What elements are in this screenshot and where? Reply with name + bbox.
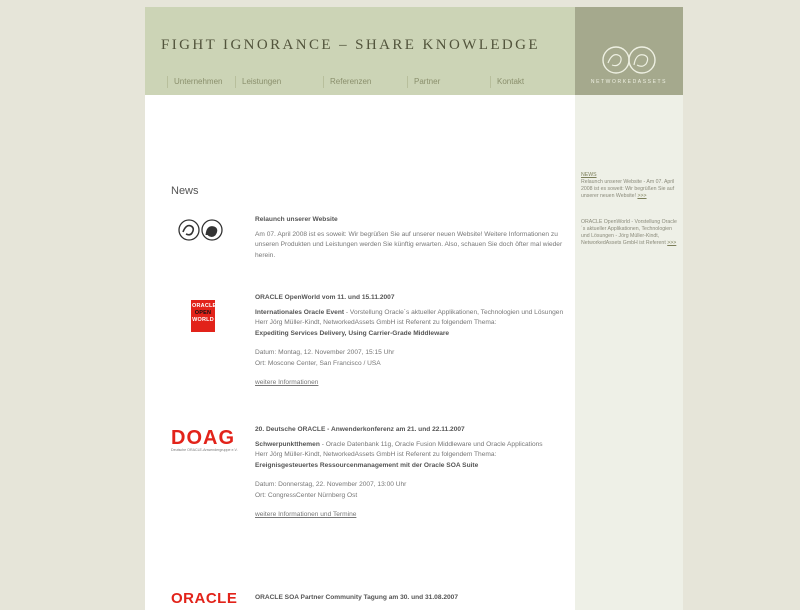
- news-item-speaker: Herr Jörg Müller-Kindt, NetworkedAssets …: [255, 319, 497, 326]
- nav-item-unternehmen[interactable]: Unternehmen: [167, 76, 222, 88]
- news-item-lead-bold: Internationales Oracle Event: [255, 308, 345, 316]
- news-item-topic: Ereignisgesteuertes Ressourcenmanagement…: [255, 461, 479, 469]
- page-container: FIGHT IGNORANCE – SHARE KNOWLEDGE Untern…: [145, 7, 683, 610]
- company-logo[interactable]: NETWORKEDASSETS: [575, 7, 683, 95]
- openworld-logo-line3: WORLD: [192, 317, 214, 323]
- sidebar-event-text: ORACLE OpenWorld - Vorstellung Oracle´s …: [581, 219, 677, 246]
- oracle-openworld-logo: ORACLE OPEN WORLD: [191, 300, 217, 332]
- sidebar-news-text: Relaunch unserer Website - Am 07. April …: [581, 179, 675, 199]
- doag-logo-text: DOAG: [171, 427, 235, 449]
- nav-item-referenzen[interactable]: Referenzen: [323, 76, 371, 88]
- header-banner: FIGHT IGNORANCE – SHARE KNOWLEDGE Untern…: [145, 7, 575, 95]
- sidebar-event-more-link[interactable]: >>>: [667, 240, 676, 246]
- news-item-text: Am 07. April 2008 ist es soweit: Wir beg…: [255, 230, 563, 259]
- news-item-speaker: Herr Jörg Müller-Kindt, NetworkedAssets …: [255, 451, 497, 458]
- news-item-place: Ort: CongressCenter Nürnberg Ost: [255, 491, 358, 499]
- doag-logo-subtitle: Deutsche ORACLE-Anwendergruppe e.V.: [171, 448, 238, 452]
- news-item-more-link[interactable]: weitere Informationen und Termine: [255, 511, 356, 518]
- logo-emblem-icon: [602, 46, 656, 74]
- openworld-logo-line2: OPEN: [194, 310, 212, 316]
- news-item-lead-bold: Schwerpunktthemen: [255, 440, 320, 448]
- logo-wordmark: NETWORKEDASSETS: [590, 79, 668, 85]
- sidebar-news-more-link[interactable]: >>>: [637, 193, 646, 199]
- news-item-title: ORACLE SOA Partner Community Tagung am 3…: [255, 594, 458, 601]
- news-item-title: Relaunch unserer Website: [255, 216, 338, 223]
- news-item-title: ORACLE OpenWorld vom 11. und 15.11.2007: [255, 294, 395, 301]
- doag-logo: DOAG Deutsche ORACLE-Anwendergruppe e.V.: [171, 428, 251, 453]
- news-item-lead-rest: - Vorstellung Oracle´s aktueller Applika…: [344, 308, 564, 316]
- openworld-logo-line1: ORACLE: [192, 303, 217, 309]
- sidebar-news: NEWS Relaunch unserer Website - Am 07. A…: [581, 172, 677, 200]
- tagline: FIGHT IGNORANCE – SHARE KNOWLEDGE: [161, 37, 540, 53]
- news-item-date: Datum: Donnerstag, 22. November 2007, 13…: [255, 481, 407, 488]
- news-item-body: Relaunch unserer Website Am 07. April 20…: [255, 215, 573, 261]
- news-item-date: Datum: Montag, 12. November 2007, 15:15 …: [255, 349, 395, 356]
- news-item-body: ORACLE SOA Partner Community Tagung am 3…: [255, 593, 573, 604]
- page-title: News: [171, 185, 199, 197]
- nav-item-leistungen[interactable]: Leistungen: [235, 76, 281, 88]
- news-item-lead: Internationales Oracle Event - Vorstellu…: [255, 308, 573, 319]
- news-item-lead-rest: - Oracle Datenbank 11g, Oracle Fusion Mi…: [319, 440, 543, 448]
- oracle-logo: ORACLE: [171, 590, 238, 607]
- sidebar-news-link[interactable]: NEWS: [581, 172, 597, 178]
- news-item-topic: Expediting Services Delivery, Using Carr…: [255, 329, 450, 337]
- news-item-lead: Schwerpunktthemen - Oracle Datenbank 11g…: [255, 440, 573, 451]
- news-item-place: Ort: Moscone Center, San Francisco / USA: [255, 359, 381, 367]
- nav-item-partner[interactable]: Partner: [407, 76, 440, 88]
- news-item-body: ORACLE OpenWorld vom 11. und 15.11.2007 …: [255, 293, 573, 389]
- nav-item-kontakt[interactable]: Kontakt: [490, 76, 524, 88]
- sidebar-event: ORACLE OpenWorld - Vorstellung Oracle´s …: [581, 219, 677, 247]
- news-item-more-link[interactable]: weitere Informationen: [255, 379, 318, 386]
- right-sidebar: NEWS Relaunch unserer Website - Am 07. A…: [575, 95, 683, 610]
- news-item-body: 20. Deutsche ORACLE - Anwenderkonferenz …: [255, 425, 573, 521]
- networkedassets-logo-icon: [178, 219, 223, 241]
- news-item-title: 20. Deutsche ORACLE - Anwenderkonferenz …: [255, 426, 465, 433]
